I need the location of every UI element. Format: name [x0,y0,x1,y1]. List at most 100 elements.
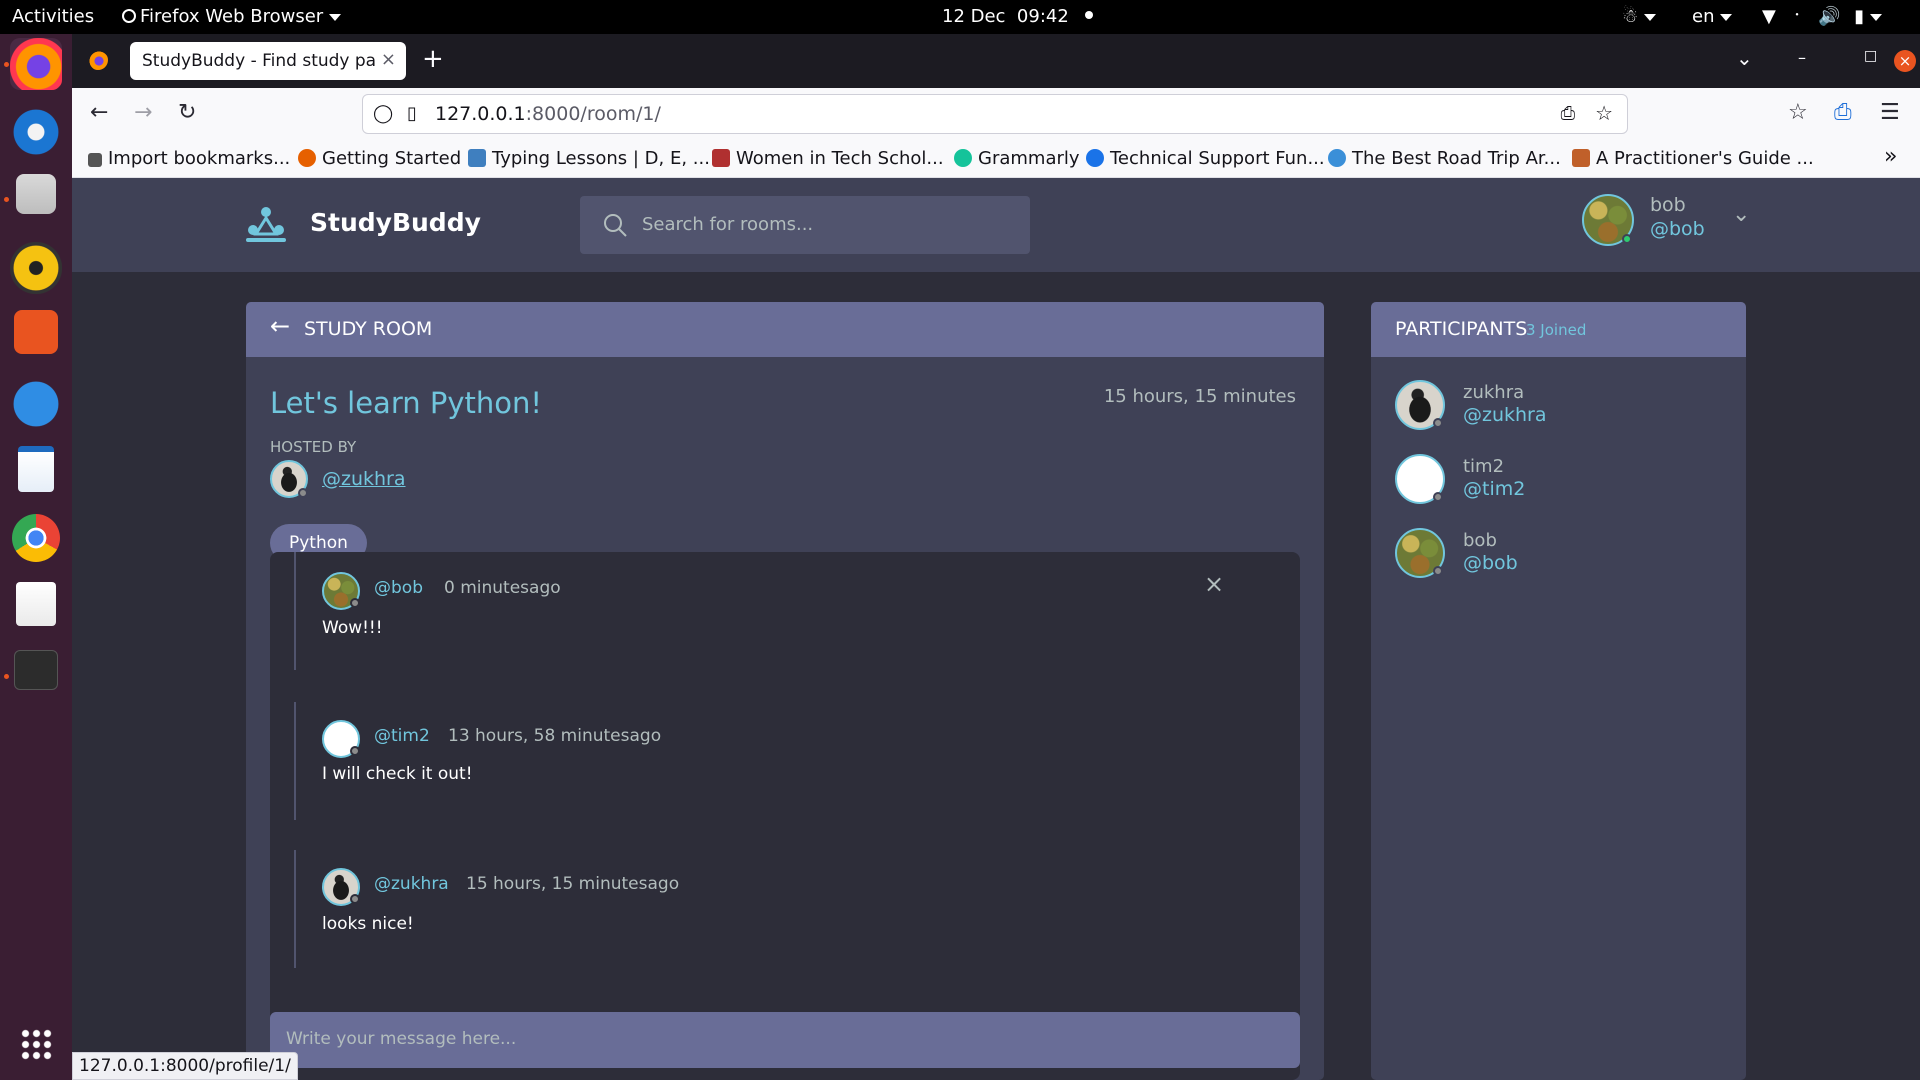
app-header: StudyBuddy Search for rooms... bob @bob … [72,178,1920,272]
participant-name: bob [1463,530,1497,551]
bookmark-item[interactable]: Grammarly [954,148,1080,169]
accessibility-icon[interactable]: ☃ [1622,6,1657,27]
pocket-icon[interactable]: ☆ [1788,100,1808,125]
bookmark-item[interactable]: The Best Road Trip Ar... [1328,148,1561,169]
language-selector[interactable]: en [1692,6,1733,27]
message-time: 0 minutesago [444,578,561,598]
message-input-placeholder: Write your message here... [286,1029,517,1049]
participant-name: tim2 [1463,456,1505,477]
participant-handle: @tim2 [1463,478,1526,500]
brand-name[interactable]: StudyBuddy [310,208,481,237]
bookmark-item[interactable]: Import bookmarks... [88,148,290,169]
firefox-icon [298,149,316,167]
minimize-window-icon[interactable]: – [1798,48,1806,67]
brand-logo[interactable] [244,204,288,248]
page-info-icon[interactable]: ▯ [407,103,417,124]
app-menu[interactable]: Firefox Web Browser [122,6,342,27]
hamburger-menu-icon[interactable]: ☰ [1880,100,1900,125]
terminal-dock-icon[interactable] [14,650,58,690]
running-indicator [4,62,9,67]
close-window-icon[interactable]: × [1894,50,1916,72]
bookmark-item[interactable]: A Practitioner's Guide ... [1572,148,1814,169]
back-arrow-icon[interactable]: ← [90,100,108,125]
wifi-icon [1328,149,1346,167]
bookmark-item[interactable]: Technical Support Fun... [1086,148,1325,169]
date-label: 12 Dec [942,6,1006,27]
thunderbird-dock-icon[interactable] [10,106,62,158]
activities-button[interactable]: Activities [12,6,94,27]
delete-message-icon[interactable]: × [1204,570,1224,598]
message-input[interactable]: Write your message here... [270,1012,1300,1068]
bookmark-item[interactable]: Typing Lessons | D, E, ... [468,148,710,169]
bookmark-star-icon[interactable]: ☆ [1595,101,1613,125]
message-body: Wow!!! [322,618,383,638]
offline-status-icon [350,746,360,756]
close-tab-icon[interactable]: × [376,49,396,70]
help-dock-icon[interactable] [10,378,62,430]
url-bar[interactable]: ◯ ▯ 127.0.0.1:8000/room/1/ ⎙ ☆ [362,94,1628,134]
room-header: ← STUDY ROOM [246,302,1324,357]
room-header-title: STUDY ROOM [304,318,433,340]
clock[interactable]: 12 Dec 09:42 [942,6,1093,27]
maximize-window-icon[interactable]: □ [1864,48,1877,64]
software-center-dock-icon[interactable] [14,310,58,354]
message-author[interactable]: @bob [374,578,423,598]
wifi-icon: ▼ [1762,6,1776,27]
search-input[interactable]: Search for rooms... [580,196,1030,254]
show-apps-grid-icon[interactable] [20,1028,52,1060]
hosted-by-label: HOSTED BY [270,438,357,456]
bookmark-item[interactable]: Women in Tech Schol... [712,148,944,169]
time-label: 09:42 [1016,6,1069,27]
participants-header: PARTICIPANTS 3 Joined [1371,302,1746,357]
rhythmbox-dock-icon[interactable] [10,242,62,294]
bookmark-label: Getting Started [322,148,462,169]
message-time: 15 hours, 15 minutesago [466,874,680,894]
list-all-tabs-icon[interactable]: ⌄ [1736,46,1753,70]
url-text[interactable]: 127.0.0.1:8000/room/1/ [435,103,661,125]
message-body: looks nice! [322,914,414,934]
user-menu[interactable]: bob @bob ⌄ [1582,194,1832,256]
search-placeholder: Search for rooms... [642,214,814,235]
message-item: @bob 0 minutesago × Wow!!! [294,552,1254,670]
system-tray[interactable]: ▼ ᛫ 🔊 ▮ [1762,6,1883,27]
running-indicator [4,674,9,679]
room-title: Let's learn Python! [270,386,542,420]
forward-arrow-icon[interactable]: → [134,100,152,125]
back-arrow-icon[interactable]: ← [270,312,290,340]
firefox-dock-icon[interactable] [10,38,62,90]
message-author[interactable]: @tim2 [374,726,430,746]
grammarly-icon [954,149,972,167]
chevron-down-icon[interactable]: ⌄ [1732,202,1750,227]
bookmark-item[interactable]: Getting Started [298,148,461,169]
chrome-dock-icon[interactable] [12,514,60,562]
participant-name: zukhra [1463,382,1525,403]
message-author[interactable]: @zukhra [374,874,449,894]
files-dock-icon[interactable] [16,174,56,214]
bookmark-label: The Best Road Trip Ar... [1352,148,1561,169]
participant-item[interactable]: bob @bob [1395,528,1715,584]
tracking-shield-icon[interactable]: ◯ [373,103,393,124]
firefox-view-icon[interactable] [88,50,108,70]
bookmark-label: Import bookmarks... [108,148,291,169]
online-status-icon [1622,234,1632,244]
participant-item[interactable]: tim2 @tim2 [1395,454,1715,510]
dock [0,34,72,1080]
text-editor-dock-icon[interactable] [16,582,56,626]
participant-item[interactable]: zukhra @zukhra [1395,380,1715,436]
message-item: @zukhra 15 hours, 15 minutesago looks ni… [294,850,1254,968]
offline-status-icon [350,598,360,608]
system-top-bar: Activities Firefox Web Browser 12 Dec 09… [0,0,1920,34]
message-thread[interactable]: @bob 0 minutesago × Wow!!! @tim2 13 hour… [270,552,1300,1080]
url-path: :8000/room/1/ [525,103,661,125]
person-icon [1572,149,1590,167]
bookmark-label: Grammarly [978,148,1080,169]
translate-icon[interactable]: ⎙ [1561,103,1575,124]
writer-dock-icon[interactable] [18,446,54,492]
tab-studybuddy[interactable]: StudyBuddy - Find study part × [130,42,406,80]
more-bookmarks-icon[interactable]: » [1884,144,1897,169]
tab-title: StudyBuddy - Find study part [142,51,390,71]
new-tab-button[interactable]: + [422,44,444,74]
reload-icon[interactable]: ↻ [178,100,196,125]
translate-extension-icon[interactable]: ⎙ [1834,100,1852,125]
host-link[interactable]: @zukhra [270,460,470,500]
